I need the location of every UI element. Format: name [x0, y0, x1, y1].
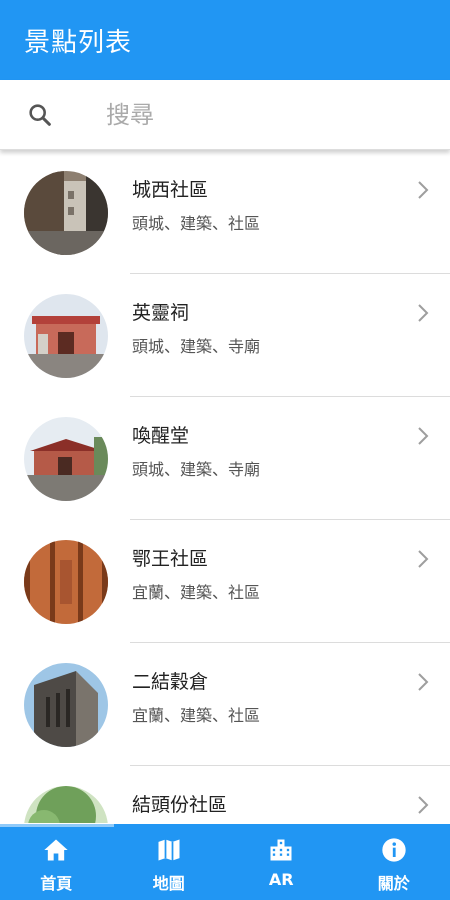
- item-tags: 頭城、建築、社區: [132, 214, 261, 233]
- nav-label: 首頁: [40, 874, 73, 893]
- chevron-right-icon: [418, 304, 429, 322]
- nav-label: AR: [268, 870, 294, 889]
- item-thumbnail: [24, 417, 108, 501]
- item-thumbnail: [24, 540, 108, 624]
- item-tags: 宜蘭、建築、社區: [132, 706, 261, 725]
- item-name: 城西社區: [132, 179, 209, 201]
- list-item[interactable]: 結頭份社區: [0, 766, 450, 823]
- nav-label: 地圖: [152, 874, 185, 893]
- list-item[interactable]: 喚醒堂 頭城、建築、寺廟: [0, 397, 450, 520]
- list-item[interactable]: 鄂王社區 宜蘭、建築、社區: [0, 520, 450, 643]
- item-tags: 頭城、建築、寺廟: [132, 460, 261, 479]
- nav-item-home[interactable]: 首頁: [0, 824, 113, 900]
- search-bar[interactable]: [0, 80, 450, 150]
- item-tags: 頭城、建築、寺廟: [132, 337, 261, 356]
- map-icon: [158, 839, 180, 861]
- item-thumbnail: [24, 786, 108, 823]
- building-icon: [270, 839, 292, 861]
- info-icon: [382, 838, 406, 862]
- item-name: 二結穀倉: [132, 671, 209, 693]
- app-bar: 景點列表: [0, 0, 450, 80]
- nav-item-map[interactable]: 地圖: [113, 824, 226, 900]
- nav-item-ar[interactable]: AR: [225, 824, 338, 900]
- attraction-list: 城西社區 頭城、建築、社區 英靈祠 頭城、建築、寺廟 喚醒堂 頭城、建築、寺廟 …: [0, 151, 450, 823]
- selected-tab-indicator: [0, 824, 114, 827]
- page-title: 景點列表: [24, 27, 133, 58]
- nav-item-about[interactable]: 關於: [338, 824, 450, 900]
- chevron-right-icon: [418, 796, 429, 814]
- chevron-right-icon: [418, 550, 429, 568]
- nav-label: 關於: [377, 874, 410, 893]
- item-thumbnail: [24, 294, 108, 378]
- chevron-right-icon: [418, 181, 429, 199]
- item-name: 鄂王社區: [132, 548, 209, 570]
- item-tags: 宜蘭、建築、社區: [132, 583, 261, 602]
- item-name: 結頭份社區: [132, 794, 228, 816]
- search-input[interactable]: [104, 99, 408, 130]
- chevron-right-icon: [418, 673, 429, 691]
- home-icon: [44, 839, 68, 861]
- search-icon[interactable]: [26, 101, 54, 129]
- list-item[interactable]: 二結穀倉 宜蘭、建築、社區: [0, 643, 450, 766]
- item-thumbnail: [24, 663, 108, 747]
- item-name: 英靈祠: [132, 302, 190, 324]
- bottom-navigation: 首頁 地圖 AR 關於: [0, 824, 450, 900]
- chevron-right-icon: [418, 427, 429, 445]
- list-item[interactable]: 城西社區 頭城、建築、社區: [0, 151, 450, 274]
- item-name: 喚醒堂: [132, 425, 190, 447]
- list-item[interactable]: 英靈祠 頭城、建築、寺廟: [0, 274, 450, 397]
- item-thumbnail: [24, 171, 108, 255]
